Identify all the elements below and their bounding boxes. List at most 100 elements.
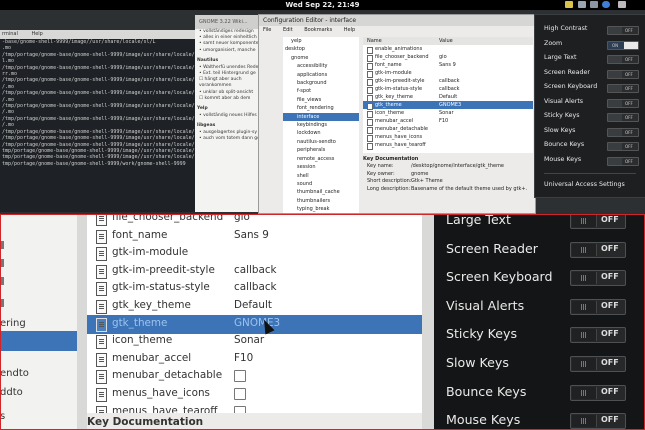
key-row[interactable]: gtk_key_theme Default bbox=[87, 297, 422, 316]
key-value[interactable]: callback bbox=[439, 85, 459, 93]
tree-item[interactable]: session bbox=[283, 163, 359, 171]
selected-tree-item[interactable] bbox=[0, 331, 77, 351]
key-value[interactable]: gio bbox=[439, 53, 447, 61]
tree-item[interactable]: ddto bbox=[0, 387, 23, 398]
key-value[interactable]: Sonar bbox=[234, 334, 264, 346]
key-checkbox[interactable] bbox=[234, 370, 246, 383]
access-toggle[interactable]: OFF bbox=[607, 156, 639, 166]
access-item-label[interactable]: High Contrast bbox=[544, 25, 587, 32]
network-icon[interactable] bbox=[578, 1, 586, 8]
access-item-label[interactable]: Visual Alerts bbox=[544, 98, 583, 105]
access-toggle[interactable]: OFF bbox=[570, 241, 626, 258]
tree-item[interactable]: accessibility bbox=[283, 62, 359, 70]
tree-item[interactable]: thumbnailers bbox=[283, 197, 359, 205]
tree-item[interactable]: desktop bbox=[283, 45, 359, 53]
access-toggle[interactable]: ON bbox=[607, 40, 639, 50]
key-checkbox[interactable] bbox=[234, 388, 246, 400]
key-row[interactable]: gtk-im-module bbox=[363, 69, 533, 78]
key-row[interactable]: icon_theme Sonar bbox=[87, 332, 422, 351]
accessibility-icon[interactable] bbox=[602, 1, 610, 8]
access-toggle[interactable]: OFF bbox=[607, 55, 639, 64]
tree-item[interactable]: f-spot bbox=[283, 87, 359, 95]
access-item-label[interactable]: Sticky Keys bbox=[544, 112, 580, 119]
key-row[interactable]: icon_theme Sonar bbox=[363, 109, 533, 118]
terminal-window[interactable]: rminal Help -base/gnome-shell-9999/image… bbox=[0, 30, 215, 212]
key-value[interactable]: F10 bbox=[439, 117, 448, 125]
key-row[interactable]: gtk_theme GNOME3 bbox=[87, 314, 422, 334]
key-value[interactable]: Default bbox=[439, 93, 457, 101]
access-item-label[interactable]: Bounce Keys bbox=[446, 384, 526, 399]
menu-edit[interactable]: Edit bbox=[283, 27, 293, 33]
key-row[interactable]: menus_have_icons bbox=[363, 133, 533, 142]
tree-item[interactable]: yelp bbox=[283, 37, 359, 45]
tree-item[interactable]: ering bbox=[0, 318, 26, 329]
user-icon[interactable] bbox=[618, 1, 626, 8]
tree-item[interactable]: shell bbox=[283, 172, 359, 180]
access-item-label[interactable]: Screen Reader bbox=[446, 241, 538, 256]
key-list[interactable]: Name Value enable_animations file_chooser… bbox=[363, 37, 533, 153]
access-toggle[interactable]: OFF bbox=[607, 113, 639, 122]
access-item-label[interactable]: Bounce Keys bbox=[544, 141, 584, 148]
key-row[interactable]: menus_have_tearoff bbox=[363, 141, 533, 150]
key-row[interactable]: menus_have_icons bbox=[87, 385, 422, 404]
tree-item[interactable]: sound bbox=[283, 180, 359, 188]
tree-item[interactable]: background bbox=[283, 79, 359, 87]
tree-item[interactable]: typing_break bbox=[283, 205, 359, 213]
zoomed-access-menu[interactable]: Large Text OFF Screen Reader OFF Screen Keyb… bbox=[434, 215, 645, 430]
browser-window[interactable]: GNOME 3.22 Wiki... • vollständiges redes… bbox=[195, 15, 267, 212]
access-toggle[interactable]: OFF bbox=[570, 413, 626, 430]
key-value[interactable]: Sonar bbox=[439, 109, 454, 117]
tree-item[interactable]: nautilus-sendto bbox=[283, 138, 359, 146]
access-toggle[interactable]: OFF bbox=[607, 84, 639, 93]
menu-help[interactable]: Help bbox=[31, 31, 42, 37]
key-tree[interactable]: yelp desktop gnome accessibility application… bbox=[283, 37, 359, 213]
access-item-label[interactable]: Visual Alerts bbox=[446, 298, 524, 313]
notification-icon[interactable] bbox=[565, 1, 573, 8]
key-row[interactable]: menubar_accel F10 bbox=[363, 117, 533, 126]
universal-access-menu[interactable]: High Contrast OFF Zoom ON Large Text OFF Scree… bbox=[534, 14, 645, 198]
key-value[interactable]: callback bbox=[234, 281, 277, 293]
access-toggle[interactable]: OFF bbox=[607, 98, 639, 108]
access-item-label[interactable]: Large Text bbox=[544, 54, 576, 61]
tree-item[interactable]: keybindings bbox=[283, 121, 359, 129]
key-value[interactable]: Default bbox=[234, 299, 272, 311]
key-row[interactable]: menubar_accel F10 bbox=[87, 350, 422, 369]
access-item-label[interactable]: Screen Keyboard bbox=[446, 269, 553, 284]
key-value[interactable]: callback bbox=[234, 264, 277, 276]
access-toggle[interactable]: OFF bbox=[570, 270, 626, 287]
key-row[interactable]: file_chooser_backend gio bbox=[363, 53, 533, 62]
zoomed-tree-panel[interactable]: ering endto ddto s bbox=[0, 215, 77, 430]
access-toggle[interactable]: OFF bbox=[607, 127, 639, 137]
key-value[interactable]: GNOME3 bbox=[439, 101, 461, 109]
key-row[interactable]: gtk_theme GNOME3 bbox=[363, 101, 533, 110]
access-toggle[interactable]: OFF bbox=[607, 26, 639, 35]
access-item-label[interactable]: Screen Keyboard bbox=[544, 83, 597, 90]
zoomed-key-list[interactable]: file_chooser_backend gio font_name Sans 9 gt… bbox=[87, 215, 422, 430]
tree-item[interactable]: peripherals bbox=[283, 146, 359, 154]
key-row[interactable]: font_name Sans 9 bbox=[363, 61, 533, 70]
key-value[interactable]: Sans 9 bbox=[439, 61, 456, 69]
key-row[interactable]: gtk-im-status-style callback bbox=[87, 279, 422, 298]
configuration-editor-window[interactable]: Configuration Editor - interface File Ed… bbox=[258, 14, 536, 214]
tree-item[interactable]: lockdown bbox=[283, 129, 359, 137]
tree-item[interactable]: s bbox=[0, 411, 5, 422]
access-item-label[interactable]: Zoom bbox=[544, 40, 562, 47]
tree-item[interactable]: remote_access bbox=[283, 155, 359, 163]
key-value[interactable]: gio bbox=[234, 215, 250, 223]
access-item-label[interactable]: Slow Keys bbox=[544, 127, 575, 134]
universal-access-settings[interactable]: Universal Access Settings bbox=[544, 181, 625, 188]
tree-item[interactable]: gnome bbox=[283, 54, 359, 62]
key-row[interactable]: font_name Sans 9 bbox=[87, 227, 422, 246]
menu-help[interactable]: Help bbox=[344, 27, 355, 33]
key-row[interactable]: gtk_key_theme Default bbox=[363, 93, 533, 102]
tree-item[interactable]: endto bbox=[0, 368, 29, 379]
menu-file[interactable]: File bbox=[263, 27, 271, 33]
access-toggle[interactable]: OFF bbox=[570, 356, 626, 372]
browser-tab[interactable]: GNOME 3.22 Wiki... bbox=[195, 15, 267, 29]
pane-separator[interactable] bbox=[77, 215, 87, 430]
access-item-label[interactable]: Screen Reader bbox=[544, 69, 590, 76]
key-value[interactable]: F10 bbox=[234, 352, 253, 364]
access-item-label[interactable]: Mouse Keys bbox=[446, 412, 520, 427]
column-name[interactable]: Name bbox=[367, 37, 382, 45]
volume-icon[interactable] bbox=[590, 1, 598, 8]
